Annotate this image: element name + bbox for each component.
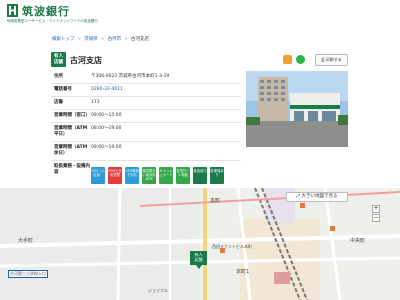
print-button[interactable]: ⎙ 印刷する <box>315 54 348 66</box>
info-row-address: 住所 〒306-0023 茨城県古河市本町1-3-19 <box>51 71 241 84</box>
service-chip: 投信窓口 <box>193 167 207 184</box>
expand-map-label: 大きい地図で見る <box>301 194 338 199</box>
info-value: 173 <box>91 100 100 105</box>
breadcrumb-separator: > <box>77 37 82 42</box>
map-label-school: 古河第三小学校入口 <box>8 270 48 278</box>
breadcrumb-item-top[interactable]: 検索トップ <box>52 37 75 42</box>
bank-logo-icon[interactable] <box>7 4 18 17</box>
site-header: 筑波銀行 地域密着型ユーザービス・ワイドネットワークの筑波銀行 <box>0 0 400 28</box>
branch-map-marker[interactable]: 有人 店舗 <box>190 251 207 265</box>
info-value: 09:00～15:00 <box>91 113 122 118</box>
map-label-tenant-building: 西田テナントビル本町 <box>212 244 252 249</box>
map-label-chuo: 中央町 <box>350 238 366 244</box>
info-key: 取扱業務・設備内容 <box>54 164 90 175</box>
service-chip: 視覚障がい者対応ATM <box>142 167 156 184</box>
map-label-joyful: ジョイフル <box>148 288 168 293</box>
staffed-branch-badge: 有人 店舗 <box>51 52 66 67</box>
map-canvas[interactable] <box>0 188 400 300</box>
info-value: 〒306-0023 茨城県古河市本町1-3-19 <box>91 74 170 79</box>
breadcrumb-separator: > <box>124 37 128 42</box>
info-key: 営業時間（ATM休日） <box>54 145 88 156</box>
breadcrumb-item-city[interactable]: 古河市 <box>108 37 122 42</box>
breadcrumb-item-current: 古河支店 <box>130 37 149 42</box>
map-label-honmachi: 本町 <box>210 198 221 204</box>
mail-share-icon[interactable] <box>283 55 292 64</box>
page-title: 古河支店 <box>70 56 102 65</box>
breadcrumb-separator: > <box>100 37 105 42</box>
bank-logo-text[interactable]: 筑波銀行 <box>22 3 70 19</box>
info-row-atm-weekday-hours: 営業時間（ATM平日） 08:00～19:00 <box>51 123 241 142</box>
info-key: 電話番号 <box>54 87 72 92</box>
service-chip-list: ATM（入出金） ATM土日祝営業 ATM車椅子対応 視覚障がい者対応ATM キャッシュ… <box>91 161 241 190</box>
breadcrumb-item-prefecture[interactable]: 茨城県 <box>84 37 98 42</box>
info-row-services: 取扱業務・設備内容 ATM（入出金） ATM土日祝営業 ATM車椅子対応 視覚障がい者… <box>51 161 241 190</box>
info-row-phone: 電話番号 0280-32-4611 <box>51 84 241 97</box>
info-value: 09:00～19:00 <box>91 145 122 150</box>
zoom-out-button[interactable]: − <box>372 214 380 222</box>
info-value: 08:00～19:00 <box>91 126 122 131</box>
bank-tagline: 地域密着型ユーザービス・ワイドネットワークの筑波銀行 <box>7 19 98 23</box>
map-label-otemachi: 大手町 <box>18 238 34 244</box>
info-row-branch-number: 店番 173 <box>51 97 241 110</box>
service-chip: ATM土日祝営業 <box>108 167 122 184</box>
badge-label: 有人 店舗 <box>54 53 63 65</box>
service-chip: キャッシュカード <box>159 167 173 184</box>
phone-link[interactable]: 0280-32-4611 <box>91 84 241 96</box>
print-button-label: 印刷する <box>325 57 342 62</box>
printer-icon: ⎙ <box>321 57 325 62</box>
service-chip: 駐車場あり <box>210 167 224 184</box>
marker-pointer <box>196 265 202 269</box>
info-row-atm-holiday-hours: 営業時間（ATM休日） 09:00～19:00 <box>51 142 241 161</box>
branch-photo <box>246 71 348 147</box>
marker-label: 有人 店舗 <box>194 252 203 262</box>
service-chip: ATM（入出金） <box>91 167 105 184</box>
breadcrumb: 検索トップ > 茨城県 > 古河市 > 古河支店 <box>52 36 149 42</box>
branch-info-table: 住所 〒306-0023 茨城県古河市本町1-3-19 電話番号 0280-32… <box>51 71 241 190</box>
service-chip: 住宅ローン相談 <box>176 167 190 184</box>
line-share-icon[interactable] <box>296 55 305 64</box>
expand-map-button[interactable]: ⤢ 大きい地図で見る <box>286 192 348 202</box>
service-chip: ATM車椅子対応 <box>125 167 139 184</box>
info-key: 営業時間（窓口） <box>54 113 90 118</box>
info-key: 営業時間（ATM平日） <box>54 126 88 137</box>
info-key: 住所 <box>54 74 63 79</box>
zoom-in-button[interactable]: + <box>372 205 380 213</box>
branch-map[interactable] <box>0 188 400 300</box>
info-key: 店番 <box>54 100 63 105</box>
expand-icon: ⤢ <box>296 194 301 199</box>
info-row-counter-hours: 営業時間（窓口） 09:00～15:00 <box>51 110 241 123</box>
map-label-honmachi1: 本町1 <box>236 269 250 275</box>
